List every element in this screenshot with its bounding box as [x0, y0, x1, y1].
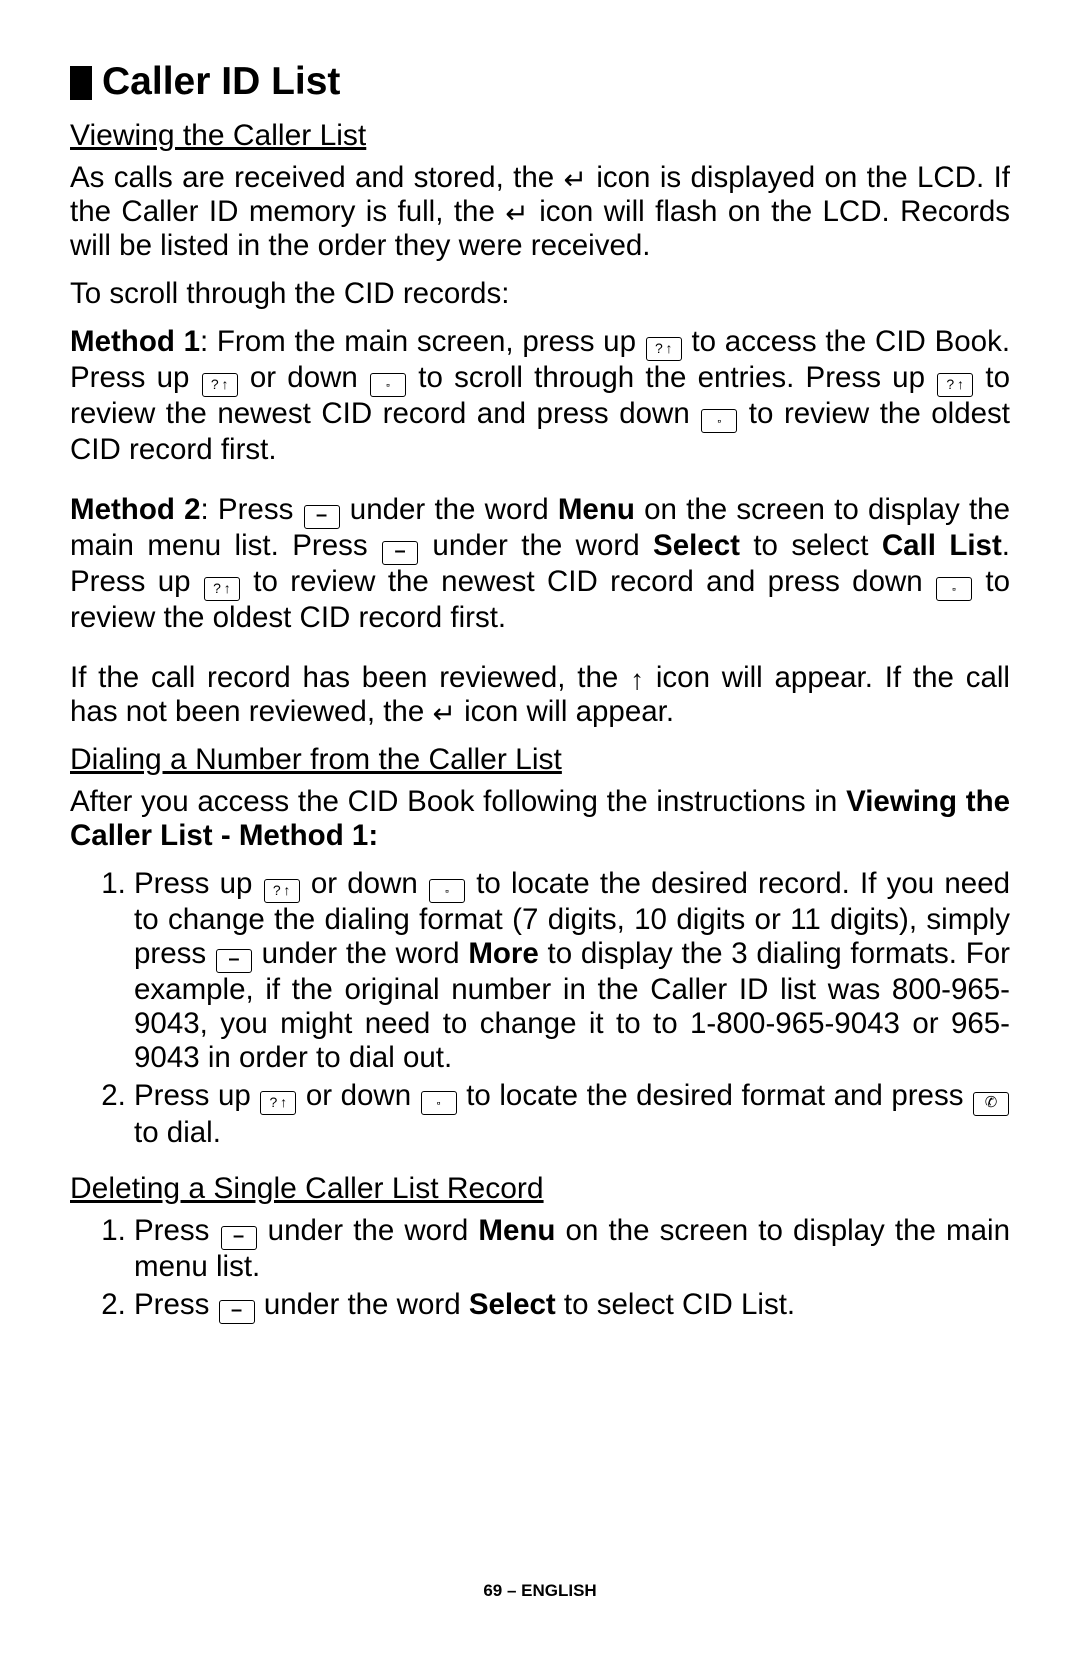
t: to dial. — [134, 1116, 221, 1149]
t: Press up — [134, 1079, 259, 1112]
softkey-icon — [382, 541, 418, 565]
list-item: Press up or down to locate the desired r… — [134, 867, 1010, 1075]
reviewed-icon-paragraph: If the call record has been reviewed, th… — [70, 661, 1010, 729]
select-word: Select — [469, 1288, 556, 1321]
method2-paragraph: Method 2: Press under the word Menu on t… — [70, 493, 1010, 635]
subhead-dialing: Dialing a Number from the Caller List — [70, 743, 1010, 778]
t: Press — [134, 1214, 220, 1247]
softkey-icon — [219, 1300, 255, 1324]
dialing-intro: After you access the CID Book following … — [70, 785, 1010, 853]
softkey-icon — [304, 505, 340, 529]
t: Press — [134, 1288, 218, 1321]
up-button-icon — [204, 577, 240, 601]
t: under the word — [350, 493, 558, 526]
t: or down — [311, 867, 418, 900]
t: to scroll through the entries. Press up — [418, 361, 936, 394]
dial-button-icon — [973, 1092, 1009, 1116]
method2-label: Method 2 — [70, 493, 201, 526]
down-button-icon — [370, 373, 406, 397]
up-button-icon — [264, 879, 300, 903]
up-button-icon — [260, 1091, 296, 1115]
down-button-icon — [701, 409, 737, 433]
down-button-icon — [421, 1091, 457, 1115]
method1-paragraph: Method 1: From the main screen, press up… — [70, 325, 1010, 467]
t: under the word — [268, 1214, 479, 1247]
up-button-icon — [937, 373, 973, 397]
t: icon will appear. — [464, 695, 674, 728]
title-bullet-icon — [70, 66, 92, 100]
softkey-icon — [216, 949, 252, 973]
up-button-icon — [202, 373, 238, 397]
deleting-steps: Press under the word Menu on the screen … — [70, 1214, 1010, 1324]
list-item: Press under the word Select to select CI… — [134, 1288, 1010, 1324]
t: : Press — [201, 493, 303, 526]
t: under the word — [264, 1288, 469, 1321]
t: : From the main screen, press up — [200, 325, 636, 358]
t: under the word — [432, 529, 653, 562]
t: or down — [306, 1079, 420, 1112]
subhead-viewing: Viewing the Caller List — [70, 119, 1010, 154]
t: on the screen to display the main menu l… — [134, 1214, 1010, 1283]
page-footer: 69 – ENGLISH — [70, 1581, 1010, 1601]
subhead-deleting: Deleting a Single Caller List Record — [70, 1172, 1010, 1207]
down-button-icon — [936, 577, 972, 601]
dialing-steps: Press up or down to locate the desired r… — [70, 867, 1010, 1150]
select-word: Select — [653, 529, 740, 562]
method1-label: Method 1 — [70, 325, 200, 358]
t: After you access the CID Book following … — [70, 785, 846, 818]
t: to select — [740, 529, 882, 562]
menu-word: Menu — [478, 1214, 555, 1247]
page-title: Caller ID List — [70, 60, 1010, 105]
menu-word: Menu — [558, 493, 635, 526]
viewing-intro: As calls are received and stored, the ↵ … — [70, 161, 1010, 263]
t: to locate the desired format and press — [466, 1079, 972, 1112]
scroll-label: To scroll through the CID records: — [70, 277, 1010, 311]
up-button-icon — [646, 337, 682, 361]
t: to select CID List. — [556, 1288, 795, 1321]
t: Press up — [134, 867, 252, 900]
t: If the call record has been reviewed, th… — [70, 661, 630, 694]
t: under the word — [262, 937, 469, 970]
list-item: Press up or down to locate the desired f… — [134, 1079, 1010, 1150]
list-item: Press under the word Menu on the screen … — [134, 1214, 1010, 1284]
t: to review the newest CID record and pres… — [253, 565, 935, 598]
down-button-icon — [429, 879, 465, 903]
calllist-word: Call List — [882, 529, 1002, 562]
t: or down — [250, 361, 358, 394]
softkey-icon — [221, 1226, 257, 1250]
t: As calls are received and stored, the — [70, 161, 564, 194]
more-word: More — [468, 937, 538, 970]
title-text: Caller ID List — [102, 60, 340, 105]
